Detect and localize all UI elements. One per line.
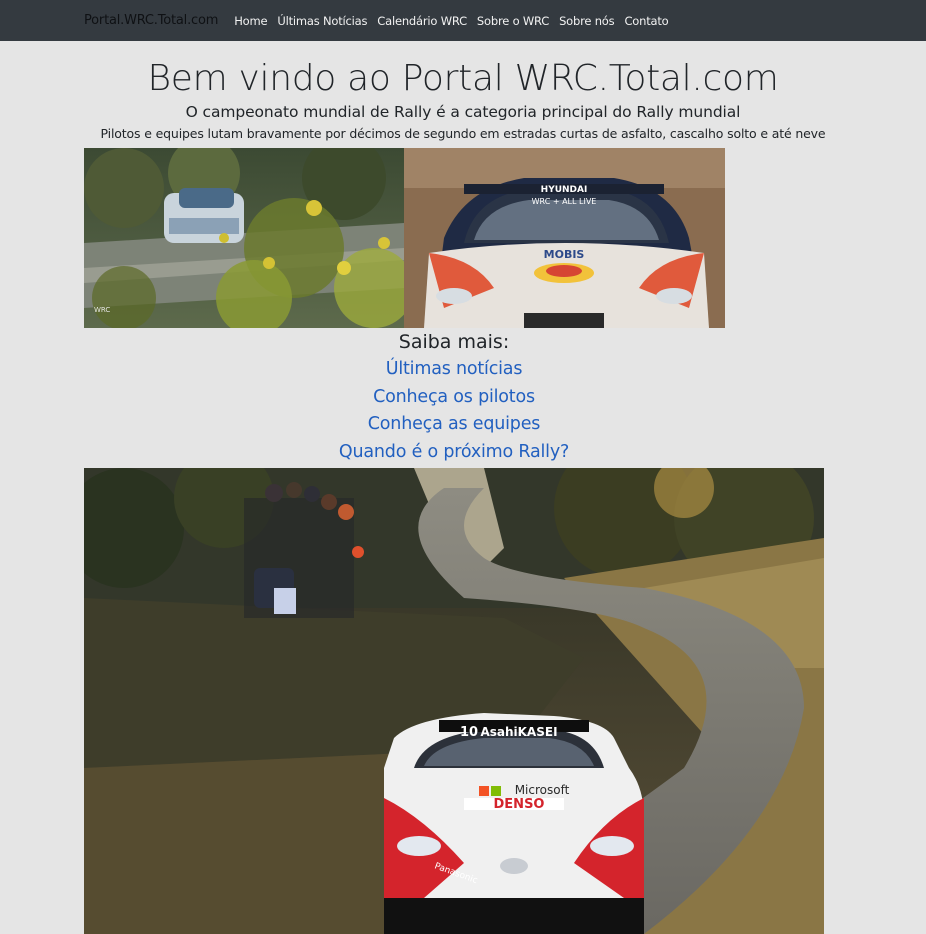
learn-more-heading: Saiba mais: [398,331,510,353]
photo-row: WRC HYUNDAI WRC + ALL LIVE MOBIS [84,148,725,328]
nav-link-about-us[interactable]: Sobre nós [559,14,615,28]
car-number: 10 [460,725,478,740]
car-sponsor-low: DENSO [494,797,545,812]
navbar-brand[interactable]: Portal.WRC.Total.com [84,13,218,28]
car-banner-text: WRC + ALL LIVE [532,197,597,206]
nav-link-contact[interactable]: Contato [624,14,668,28]
link-latest-news[interactable]: Últimas notícias [0,356,908,384]
nav-link-about-wrc[interactable]: Sobre o WRC [477,14,549,28]
hyundai-car-photo: HYUNDAI WRC + ALL LIVE MOBIS [404,148,725,328]
nav-link-home[interactable]: Home [234,14,267,28]
page-subtitle: O campeonato mundial de Rally é a catego… [185,103,741,121]
page-title: Bem vindo ao Portal WRC.Total.com [147,58,779,99]
nav-link-latest-news[interactable]: Últimas Notícias [277,14,367,28]
hero-section: Bem vindo ao Portal WRC.Total.com O camp… [0,41,926,145]
photo-caption: WRC [94,306,110,314]
link-drivers[interactable]: Conheça os pilotos [0,384,908,412]
car-sponsor-top: AsahiKASEI [480,725,557,739]
top-navbar: Portal.WRC.Total.com Home Últimas Notíci… [0,0,926,41]
page-tagline: Pilotos e equipes lutam bravamente por d… [100,126,826,141]
car-sponsor-mid: Microsoft [515,783,570,797]
car-brand-text: HYUNDAI [541,185,588,195]
nav-link-calendar[interactable]: Calendário WRC [377,14,467,28]
rally-forest-photo: WRC [84,148,404,328]
car-sponsor-text: MOBIS [544,248,585,261]
toyota-rally-photo: 10 AsahiKASEI Microsoft DENSO Panasonic [84,468,824,934]
link-teams[interactable]: Conheça as equipes [0,411,908,439]
learn-more-section: Saiba mais: Últimas notícias Conheça os … [0,328,908,466]
link-next-rally[interactable]: Quando é o próximo Rally? [0,439,908,467]
